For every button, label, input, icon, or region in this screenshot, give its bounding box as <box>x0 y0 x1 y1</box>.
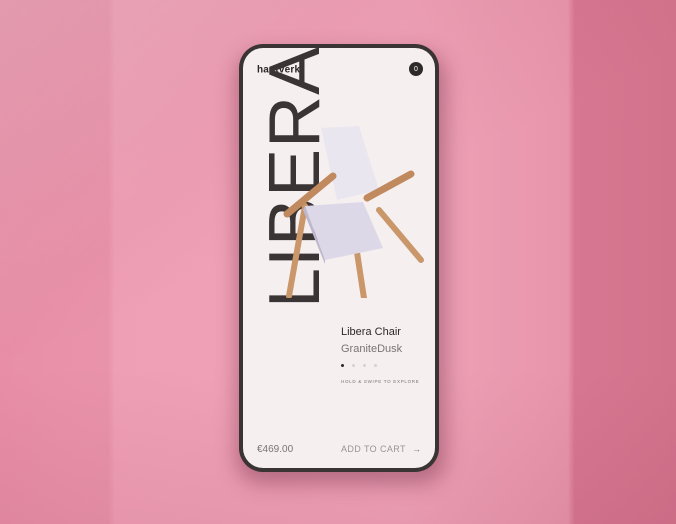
add-to-cart-button[interactable]: ADD TO CART <box>341 444 406 454</box>
product-variant: GraniteDusk <box>341 343 403 355</box>
phone-frame: hantverk® 0 LIBERA Libera Chair GraniteD… <box>239 44 439 472</box>
product-title: Libera Chair <box>341 326 401 338</box>
carousel-dot-1[interactable] <box>341 364 344 367</box>
carousel-dot-3[interactable] <box>363 364 366 367</box>
arrow-right-icon[interactable]: → <box>412 444 421 454</box>
cart-count: 0 <box>414 65 418 73</box>
phone-screen: hantverk® 0 LIBERA Libera Chair GraniteD… <box>243 48 435 468</box>
carousel-dot-4[interactable] <box>374 364 377 367</box>
chair-image[interactable] <box>281 118 431 298</box>
cart-button[interactable]: 0 <box>409 62 423 76</box>
product-price: €469.00 <box>257 444 294 455</box>
carousel-dots <box>341 364 377 367</box>
carousel-dot-2[interactable] <box>352 364 355 367</box>
swipe-hint: HOLD & SWIPE TO EXPLORE <box>341 379 420 384</box>
